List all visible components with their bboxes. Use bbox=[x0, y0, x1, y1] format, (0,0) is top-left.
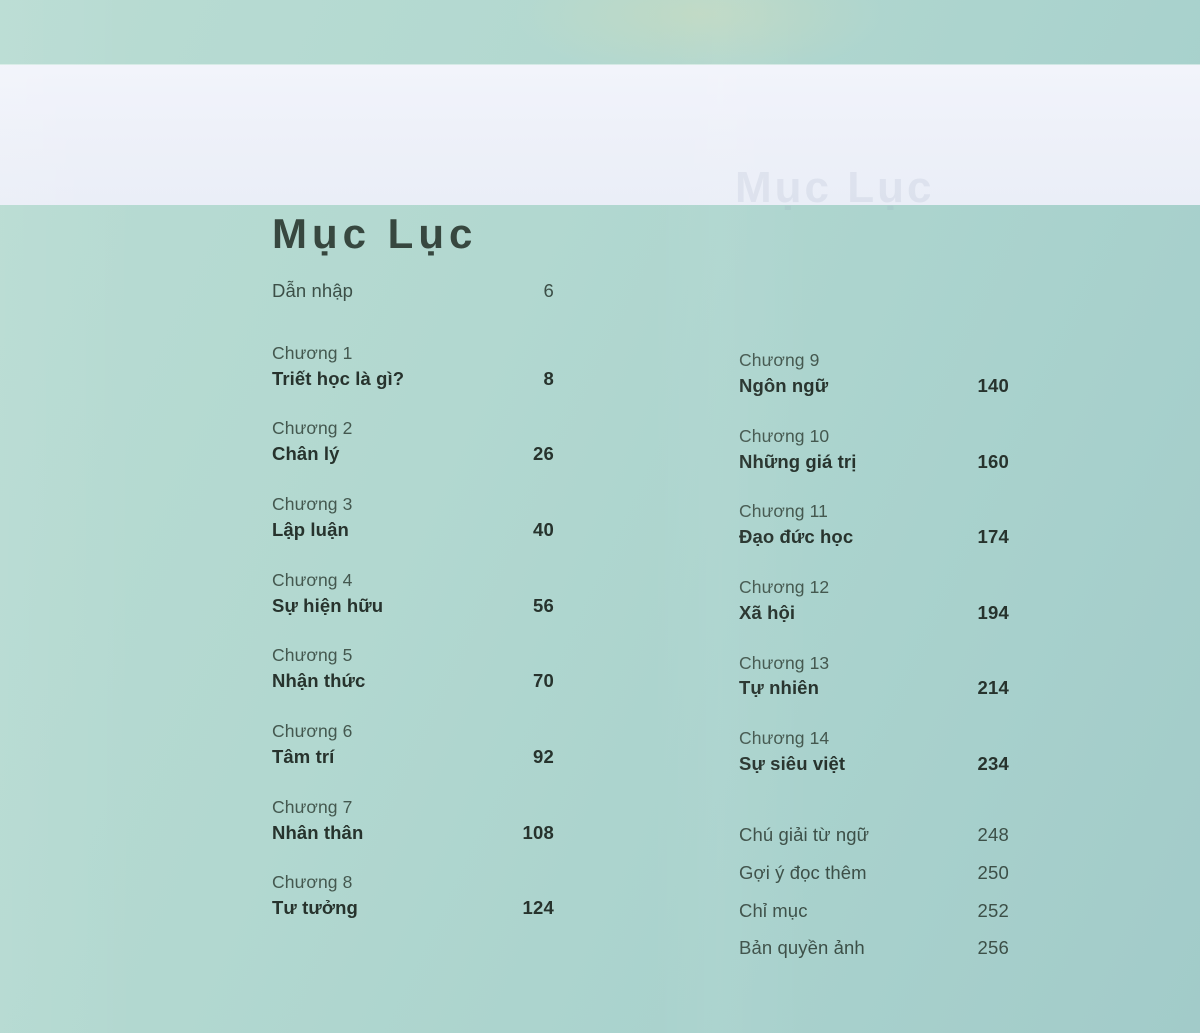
toc-entry-intro[interactable]: Dẫn nhập 6 bbox=[272, 278, 554, 305]
toc-entry-image-credits[interactable]: Bản quyền ảnh 256 bbox=[739, 935, 1009, 962]
toc-entry-title: Dẫn nhập bbox=[272, 280, 354, 301]
toc-entry-page: 40 bbox=[533, 518, 554, 540]
toc-entry-page: 70 bbox=[533, 670, 554, 692]
toc-entry-index[interactable]: Chỉ mục 252 bbox=[739, 898, 1009, 925]
toc-entry-chapter-13[interactable]: Chương 13 Tự nhiên 214 bbox=[739, 651, 1009, 703]
toc-entry-page: 56 bbox=[533, 594, 554, 616]
column-top-spacer bbox=[739, 278, 1009, 348]
chapter-label: Chương 1 bbox=[272, 342, 353, 363]
toc-entry-title: Những giá trị bbox=[739, 450, 857, 472]
chapter-label: Chương 14 bbox=[739, 728, 830, 749]
chapter-label: Chương 5 bbox=[272, 645, 353, 666]
toc-entry-title: Nhận thức bbox=[272, 670, 366, 692]
toc-page: Mục Lục Mục Lục Dẫn nhập 6 Chương 1 Triế… bbox=[0, 0, 1200, 1033]
toc-entry-title: Chỉ mục bbox=[739, 899, 808, 921]
toc-entry-page: 160 bbox=[977, 450, 1009, 472]
toc-column-right: Chương 9 Ngôn ngữ 140 Chương 10 Những gi… bbox=[739, 278, 1009, 973]
toc-entry-page: 250 bbox=[977, 861, 1009, 883]
toc-entry-page: 214 bbox=[977, 677, 1009, 699]
toc-entry-title: Chú giải từ ngữ bbox=[739, 823, 870, 845]
toc-entry-page: 124 bbox=[522, 897, 554, 919]
toc-entry-page: 6 bbox=[543, 280, 554, 301]
toc-entry-further-reading[interactable]: Gợi ý đọc thêm 250 bbox=[739, 860, 1009, 887]
toc-entry-title: Gợi ý đọc thêm bbox=[739, 861, 867, 883]
toc-entry-chapter-9[interactable]: Chương 9 Ngôn ngữ 140 bbox=[739, 348, 1009, 400]
toc-entry-title: Tự nhiên bbox=[739, 677, 819, 699]
chapter-label: Chương 6 bbox=[272, 721, 353, 742]
chapter-label: Chương 10 bbox=[739, 425, 830, 446]
toc-back-matter: Chú giải từ ngữ 248 Gợi ý đọc thêm 250 C… bbox=[739, 822, 1009, 962]
toc-entry-page: 194 bbox=[977, 601, 1009, 623]
toc-entry-chapter-5[interactable]: Chương 5 Nhận thức 70 bbox=[272, 643, 554, 695]
toc-entry-title: Tư tưởng bbox=[272, 897, 358, 919]
chapter-label: Chương 13 bbox=[739, 652, 830, 673]
toc-entry-chapter-2[interactable]: Chương 2 Chân lý 26 bbox=[272, 416, 554, 468]
header-band: Mục Lục Mục Lục bbox=[0, 65, 1200, 257]
toc-entry-page: 140 bbox=[977, 374, 1009, 396]
toc-entry-chapter-10[interactable]: Chương 10 Những giá trị 160 bbox=[739, 424, 1009, 476]
chapter-label: Chương 11 bbox=[739, 501, 828, 522]
toc-entry-title: Xã hội bbox=[739, 601, 796, 623]
toc-entry-title: Bản quyền ảnh bbox=[739, 937, 865, 959]
toc-entry-title: Lập luận bbox=[272, 518, 349, 540]
toc-entry-page: 252 bbox=[977, 899, 1009, 921]
toc-entry-chapter-12[interactable]: Chương 12 Xã hội 194 bbox=[739, 575, 1009, 627]
chapter-label: Chương 7 bbox=[272, 796, 353, 817]
chapter-label: Chương 4 bbox=[272, 569, 353, 590]
toc-entry-page: 174 bbox=[977, 526, 1009, 548]
toc-entry-title: Ngôn ngữ bbox=[739, 374, 829, 396]
toc-entry-chapter-14[interactable]: Chương 14 Sự siêu việt 234 bbox=[739, 726, 1009, 778]
chapter-label: Chương 8 bbox=[272, 872, 353, 893]
page-title: Mục Lục bbox=[272, 210, 478, 258]
toc-column-left: Dẫn nhập 6 Chương 1 Triết học là gì? 8 C… bbox=[272, 278, 554, 946]
toc-entry-chapter-3[interactable]: Chương 3 Lập luận 40 bbox=[272, 492, 554, 544]
toc-entry-title: Triết học là gì? bbox=[272, 367, 405, 389]
toc-entry-page: 92 bbox=[533, 745, 554, 767]
toc-entry-chapter-8[interactable]: Chương 8 Tư tưởng 124 bbox=[272, 870, 554, 922]
toc-entry-page: 108 bbox=[522, 821, 554, 843]
toc-entry-chapter-4[interactable]: Chương 4 Sự hiện hữu 56 bbox=[272, 568, 554, 620]
toc-entry-chapter-1[interactable]: Chương 1 Triết học là gì? 8 bbox=[272, 341, 554, 393]
chapter-label: Chương 9 bbox=[739, 350, 820, 370]
chapter-label: Chương 3 bbox=[272, 494, 353, 515]
toc-entry-title: Đạo đức học bbox=[739, 526, 854, 548]
toc-entry-title: Chân lý bbox=[272, 443, 340, 465]
toc-entry-chapter-6[interactable]: Chương 6 Tâm trí 92 bbox=[272, 719, 554, 771]
toc-entry-title: Nhân thân bbox=[272, 821, 364, 843]
toc-entry-chapter-7[interactable]: Chương 7 Nhân thân 108 bbox=[272, 795, 554, 847]
header-ghost-text: Mục Lục bbox=[735, 163, 935, 212]
toc-entry-page: 248 bbox=[977, 823, 1009, 845]
toc-entry-page: 8 bbox=[543, 367, 554, 389]
toc-entry-page: 234 bbox=[977, 753, 1009, 775]
toc-entry-title: Sự hiện hữu bbox=[272, 594, 384, 616]
toc-entry-page: 26 bbox=[533, 443, 554, 465]
toc-entry-title: Sự siêu việt bbox=[739, 753, 846, 775]
toc-entry-page: 256 bbox=[977, 937, 1009, 959]
chapter-label: Chương 12 bbox=[739, 576, 830, 597]
chapter-label: Chương 2 bbox=[272, 418, 353, 439]
toc-entry-chapter-11[interactable]: Chương 11 Đạo đức học 174 bbox=[739, 499, 1009, 551]
toc-entry-glossary[interactable]: Chú giải từ ngữ 248 bbox=[739, 822, 1009, 849]
toc-entry-title: Tâm trí bbox=[272, 745, 335, 767]
